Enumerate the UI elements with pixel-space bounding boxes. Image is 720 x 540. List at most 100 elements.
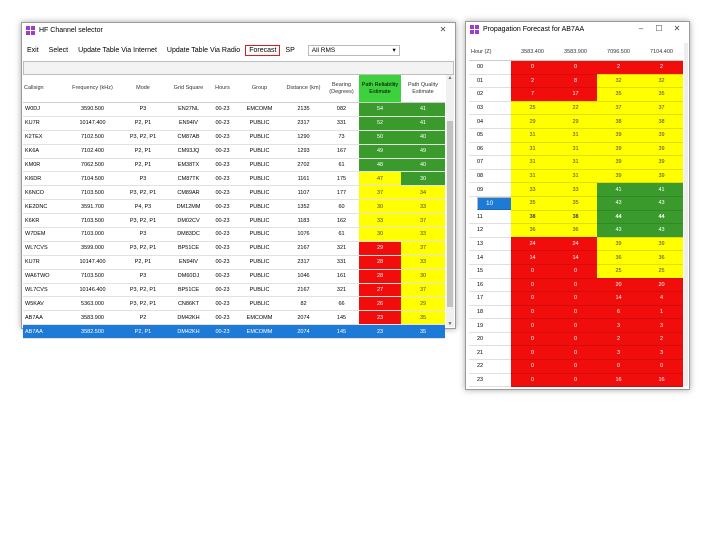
table-row[interactable]: 07 31 31 39 39 [469,155,683,170]
table-row[interactable]: KI6DR 7104.500 P3 CM87TK 00-23 PUBLIC 1161 175 4… [23,171,445,187]
table-row[interactable]: KU7R 10147.400 P2, P1 EN94IV 00-23 PUBLIC 2317… [23,255,445,270]
forecast-cell: 37 [597,101,640,116]
column-header[interactable]: Path Reliability Estimate [359,75,401,103]
table-row[interactable]: 20 0 0 2 2 [469,332,683,347]
table-row[interactable]: WA6TWO 7103.500 P3 DM60DJ 00-23 PUBLIC 1046 161… [23,269,445,284]
forecast-cell: 41 [640,182,683,197]
table-row[interactable]: 13 24 24 39 39 [469,237,683,252]
table-row[interactable]: 04 29 29 38 38 [469,114,683,129]
table-row[interactable]: WL7CVS 3599.000 P3, P2, P1 BP51CE 00-23 PUBLI… [23,241,445,256]
forecast-cell: 3 [597,345,640,361]
table-row[interactable]: KM0R 7062.500 P2, P1 EM38TX 00-23 PUBLIC 2702 6… [23,158,445,173]
table-row[interactable]: 08 31 31 39 39 [469,169,683,184]
column-header[interactable]: 3583.400 [511,43,554,61]
vertical-scrollbar[interactable]: ▲ ▼ [446,75,454,327]
close-icon[interactable]: ✕ [669,22,685,36]
menu-exit[interactable]: Exit [22,47,44,54]
column-header[interactable]: Group [236,75,283,103]
table-row[interactable]: 12 36 36 43 43 [469,223,683,238]
scroll-down-icon[interactable]: ▼ [446,321,454,327]
forecast-cell: 39 [597,155,640,170]
table-row[interactable]: 09 33 33 41 41 [469,182,683,197]
scroll-up-icon[interactable]: ▲ [446,75,454,81]
table-row[interactable]: K6NCO 7103.500 P3, P2, P1 CM89AR 00-23 PUBLIC… [23,185,445,201]
table-cell: 2135 [283,102,324,117]
table-row[interactable]: 15 0 0 25 25 [469,264,683,279]
forecast-table: Hour (Z) 3583.400 3583.900 7096.500 7104.400… [469,43,683,388]
forecast-cell: 38 [511,210,554,225]
table-row[interactable]: W7DEM 7103.000 P3 DM83DC 00-23 PUBLIC 1076 61 30… [23,227,445,242]
table-row[interactable]: 00 0 0 2 2 [469,60,683,75]
column-header[interactable]: Distance (km) [283,75,324,103]
column-header[interactable]: 7096.500 [597,43,640,61]
table-row[interactable]: 23 0 0 16 16 [469,373,683,388]
table-row[interactable]: AB7AA 3583.900 P2 DM42KH 00-23 EMCOMM 2074 145 2… [23,310,445,326]
table-row[interactable]: W5KAV 5363.000 P3, P2, P1 CN86KT 00-23 PUBLIC… [23,296,445,312]
hour-cell: 17 [469,291,511,306]
sp-dropdown[interactable]: All RMS ▾ [307,44,400,56]
table-row[interactable]: 17 0 0 14 4 [469,291,683,306]
table-cell: 00-23 [209,269,236,284]
scrollbar-thumb[interactable] [447,121,453,307]
table-row[interactable]: 03 25 22 37 37 [469,101,683,116]
column-header[interactable]: Path Quality Estimate [401,75,445,103]
maximize-icon[interactable]: ☐ [651,22,667,36]
hour-cell: 13 [469,237,511,252]
forecast-cell: 31 [511,155,554,170]
table-row[interactable]: 19 0 0 3 3 [469,318,683,333]
forecast-scrollbar[interactable] [684,43,688,386]
table-row[interactable]: K6KR 7103.500 P3, P2, P1 DM02CV 00-23 PUBLIC 1… [23,213,445,229]
table-cell: 33 [401,255,445,270]
forecast-cell: 0 [554,264,597,279]
table-row[interactable]: KU7R 10147.400 P2, P1 EN94IV 00-23 PUBLIC 2317… [23,116,445,131]
table-row[interactable]: 10 35 35 43 43 [469,196,683,211]
table-cell: 40 [401,158,445,173]
table-cell: 00-23 [209,199,236,215]
column-header[interactable]: Grid Square [168,75,209,103]
table-row[interactable]: AB7AA 3582.500 P2, P1 DM42KH 00-23 EMCOMM 2074… [23,324,445,340]
forecast-cell: 39 [640,128,683,143]
table-cell: 10146.400 [67,283,118,298]
table-row[interactable]: 05 31 31 39 39 [469,128,683,143]
table-cell: 00-23 [209,255,236,270]
table-row[interactable]: K2TEX 7102.500 P3, P2, P1 CM87AB 00-23 PUBLIC… [23,130,445,145]
hour-cell: 03 [469,101,511,116]
table-row[interactable]: 01 2 8 32 32 [469,74,683,89]
column-header[interactable]: Hour (Z) [469,43,511,61]
table-row[interactable]: 14 14 14 36 36 [469,250,683,265]
hour-cell: 02 [469,87,511,102]
table-row[interactable]: W0DJ 3590.500 P3 EN27NL 00-23 EMCOMM 2135 082 54… [23,102,445,117]
table-cell: EMCOMM [236,102,283,117]
column-header[interactable]: Hours [209,75,236,103]
menu-update-internet[interactable]: Update Table Via Internet [73,47,162,54]
column-header[interactable]: Callsign [23,75,67,103]
minimize-icon[interactable]: – [633,22,649,36]
column-header[interactable]: Bearing (Degrees) [324,75,359,103]
table-row[interactable]: 18 0 0 6 1 [469,305,683,320]
table-cell: P3 [118,269,168,284]
close-icon[interactable]: ✕ [435,23,451,37]
table-row[interactable]: KK6A 7102.400 P2, P1 CM93JQ 00-23 PUBLIC 1293 1… [23,144,445,159]
forecast-cell: 36 [511,223,554,238]
table-row[interactable]: 22 0 0 0 0 [469,359,683,374]
menu-forecast[interactable]: Forecast [245,44,281,56]
column-header[interactable]: Frequency (kHz) [67,75,118,103]
table-row[interactable]: 06 31 31 39 39 [469,142,683,157]
menu-update-radio[interactable]: Update Table Via Radio [162,47,245,54]
menu-select[interactable]: Select [44,47,73,54]
table-row[interactable]: 16 0 0 20 20 [469,278,683,293]
hour-cell: 14 [469,250,511,265]
table-row[interactable]: 21 0 0 3 3 [469,345,683,361]
table-row[interactable]: WL7CVS 10146.400 P3, P2, P1 BP51CE 00-23 PUBL… [23,283,445,298]
column-header[interactable]: Mode [118,75,168,103]
column-header[interactable]: 3583.900 [554,43,597,61]
table-row[interactable]: 02 7 17 35 35 [469,87,683,102]
forecast-cell: 0 [511,60,554,75]
forecast-cell: 41 [597,182,640,197]
forecast-cell: 3 [640,345,683,361]
table-row[interactable]: 11 38 38 44 44 [469,210,683,225]
table-cell: 27 [359,283,401,298]
column-header[interactable]: 7104.400 [640,43,683,61]
table-cell: EN27NL [168,102,209,117]
table-row[interactable]: KE2DNC 3591.700 P4, P3 DM12MM 00-23 PUBLIC 135… [23,199,445,215]
